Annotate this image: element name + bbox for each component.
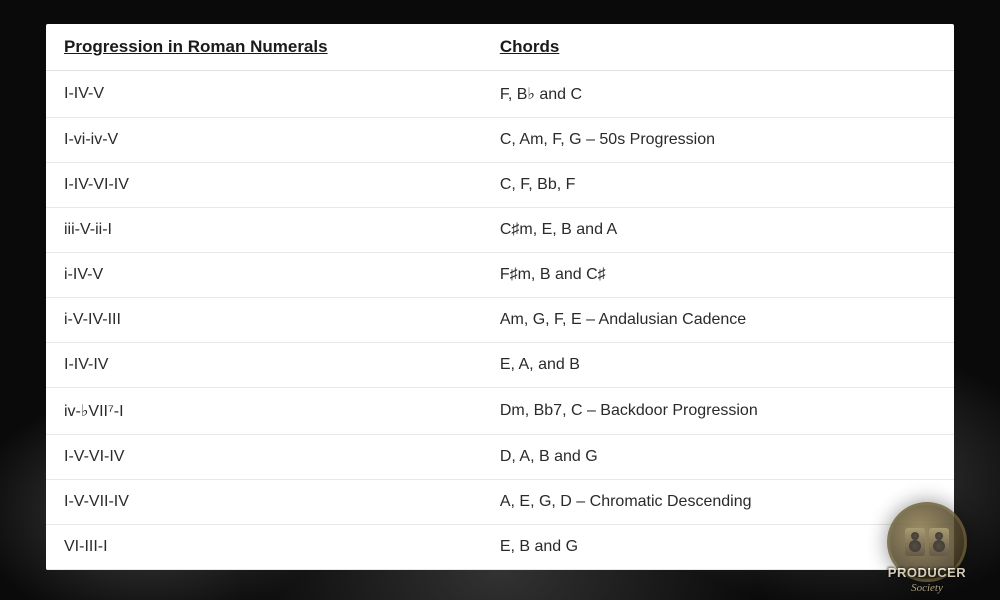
cell-progression: i-V-IV-III: [46, 298, 482, 343]
header-chords: Chords: [482, 24, 954, 71]
cell-progression: iv-♭VII⁷-I: [46, 388, 482, 435]
cell-progression: i-IV-V: [46, 253, 482, 298]
brand-watermark: PRODUCER Society: [862, 492, 992, 592]
progressions-table-container: Progression in Roman Numerals Chords I-I…: [46, 24, 954, 570]
cell-chords: F♯m, B and C♯: [482, 253, 954, 298]
table-row: iv-♭VII⁷-I Dm, Bb7, C – Backdoor Progres…: [46, 388, 954, 435]
cell-chords: C, Am, F, G – 50s Progression: [482, 118, 954, 163]
table-row: I-V-VII-IV A, E, G, D – Chromatic Descen…: [46, 480, 954, 525]
cell-progression: I-IV-VI-IV: [46, 163, 482, 208]
cell-chords: Am, G, F, E – Andalusian Cadence: [482, 298, 954, 343]
cell-chords: E, A, and B: [482, 343, 954, 388]
speaker-left-icon: [905, 528, 925, 556]
table-row: VI-III-I E, B and G: [46, 525, 954, 570]
cell-chords: C♯m, E, B and A: [482, 208, 954, 253]
cell-chords: F, B♭ and C: [482, 71, 954, 118]
cell-progression: I-V-VII-IV: [46, 480, 482, 525]
header-progression: Progression in Roman Numerals: [46, 24, 482, 71]
table-row: I-vi-iv-V C, Am, F, G – 50s Progression: [46, 118, 954, 163]
brand-subname: Society: [911, 582, 943, 594]
table-body: I-IV-V F, B♭ and C I-vi-iv-V C, Am, F, G…: [46, 71, 954, 570]
cell-progression: I-IV-V: [46, 71, 482, 118]
cell-progression: VI-III-I: [46, 525, 482, 570]
cell-progression: iii-V-ii-I: [46, 208, 482, 253]
cell-progression: I-IV-IV: [46, 343, 482, 388]
progressions-table: Progression in Roman Numerals Chords I-I…: [46, 24, 954, 570]
table-row: I-V-VI-IV D, A, B and G: [46, 435, 954, 480]
cell-chords: Dm, Bb7, C – Backdoor Progression: [482, 388, 954, 435]
table-row: i-V-IV-III Am, G, F, E – Andalusian Cade…: [46, 298, 954, 343]
cell-progression: I-vi-iv-V: [46, 118, 482, 163]
table-row: i-IV-V F♯m, B and C♯: [46, 253, 954, 298]
speakers-icon: [905, 528, 949, 556]
table-row: I-IV-IV E, A, and B: [46, 343, 954, 388]
speaker-right-icon: [929, 528, 949, 556]
table-row: I-IV-VI-IV C, F, Bb, F: [46, 163, 954, 208]
cell-chords: C, F, Bb, F: [482, 163, 954, 208]
cell-progression: I-V-VI-IV: [46, 435, 482, 480]
cell-chords: D, A, B and G: [482, 435, 954, 480]
table-header-row: Progression in Roman Numerals Chords: [46, 24, 954, 71]
table-row: iii-V-ii-I C♯m, E, B and A: [46, 208, 954, 253]
table-row: I-IV-V F, B♭ and C: [46, 71, 954, 118]
brand-name: PRODUCER: [888, 565, 966, 580]
